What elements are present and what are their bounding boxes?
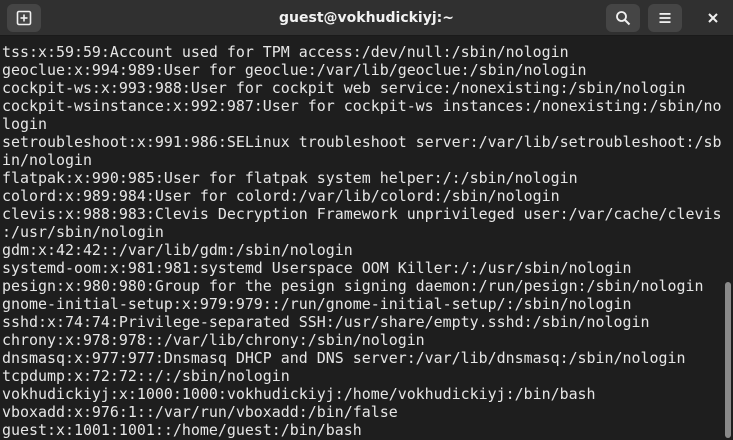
terminal-window: guest@vokhudickiyj:~ tss:x:59:59:Account… bbox=[0, 0, 733, 440]
menu-button[interactable] bbox=[648, 4, 682, 32]
terminal-line: in/nologin bbox=[2, 151, 92, 169]
terminal-line: setroubleshoot:x:991:986:SELinux trouble… bbox=[2, 133, 722, 151]
terminal-line: guest:x:1001:1001::/home/guest:/bin/bash bbox=[2, 421, 362, 439]
terminal-output[interactable]: tss:x:59:59:Account used for TPM access:… bbox=[0, 36, 723, 440]
close-button[interactable] bbox=[696, 4, 730, 32]
terminal-line: sshd:x:74:74:Privilege-separated SSH:/us… bbox=[2, 313, 650, 331]
hamburger-menu-icon bbox=[657, 10, 673, 26]
close-icon bbox=[706, 11, 720, 25]
new-tab-button[interactable] bbox=[7, 4, 41, 32]
scrollbar-thumb[interactable] bbox=[725, 282, 731, 438]
terminal-line: dnsmasq:x:977:977:Dnsmasq DHCP and DNS s… bbox=[2, 349, 686, 367]
terminal-line: tss:x:59:59:Account used for TPM access:… bbox=[2, 43, 569, 61]
terminal-line: pesign:x:980:980:Group for the pesign si… bbox=[2, 277, 704, 295]
terminal-line: colord:x:989:984:User for colord:/var/li… bbox=[2, 187, 560, 205]
terminal-line: flatpak:x:990:985:User for flatpak syste… bbox=[2, 169, 578, 187]
terminal-line: cockpit-wsinstance:x:992:987:User for co… bbox=[2, 97, 722, 115]
terminal-line: vboxadd:x:976:1::/var/run/vboxadd:/bin/f… bbox=[2, 403, 398, 421]
vertical-scrollbar[interactable] bbox=[723, 36, 733, 440]
terminal-line: vokhudickiyj:x:1000:1000:vokhudickiyj:/h… bbox=[2, 385, 596, 403]
new-tab-icon bbox=[16, 10, 32, 26]
search-icon bbox=[615, 10, 631, 26]
search-button[interactable] bbox=[606, 4, 640, 32]
terminal-line: gdm:x:42:42::/var/lib/gdm:/sbin/nologin bbox=[2, 241, 353, 259]
terminal-line: :/usr/sbin/nologin bbox=[2, 223, 164, 241]
terminal-line: chrony:x:978:978::/var/lib/chrony:/sbin/… bbox=[2, 331, 425, 349]
terminal-line: systemd-oom:x:981:981:systemd Userspace … bbox=[2, 259, 632, 277]
terminal-line: gnome-initial-setup:x:979:979::/run/gnom… bbox=[2, 295, 632, 313]
terminal-line: tcpdump:x:72:72::/:/sbin/nologin bbox=[2, 367, 290, 385]
terminal-line: geoclue:x:994:989:User for geoclue:/var/… bbox=[2, 61, 587, 79]
titlebar: guest@vokhudickiyj:~ bbox=[0, 0, 733, 36]
terminal-line: login bbox=[2, 115, 47, 133]
terminal-line: cockpit-ws:x:993:988:User for cockpit we… bbox=[2, 79, 686, 97]
terminal-line: clevis:x:988:983:Clevis Decryption Frame… bbox=[2, 205, 722, 223]
